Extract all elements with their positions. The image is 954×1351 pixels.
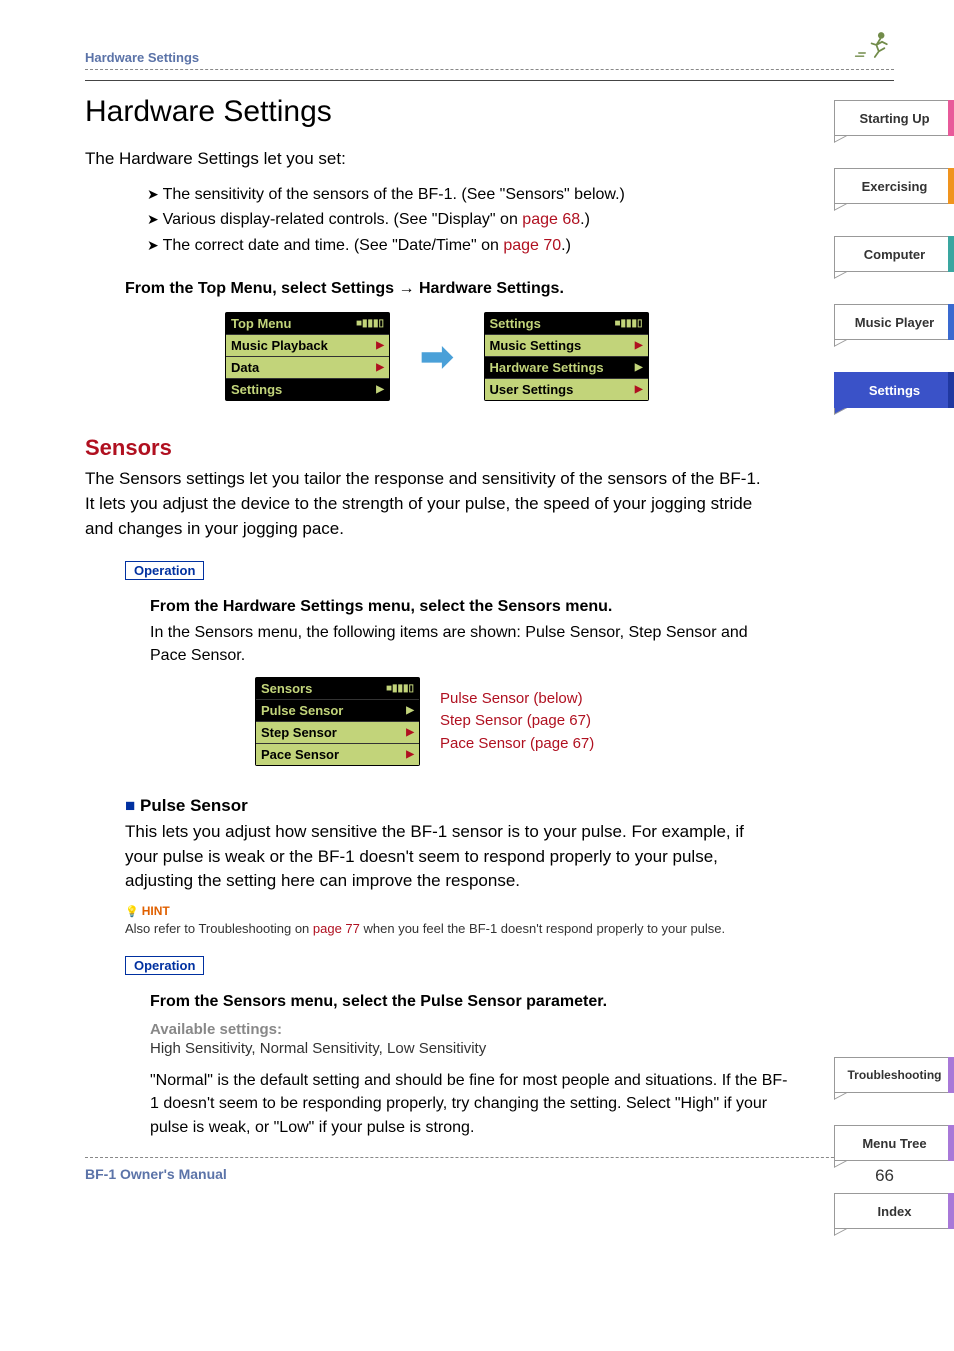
- link-pulse-below[interactable]: Pulse Sensor (below): [440, 688, 594, 711]
- sensors-heading: Sensors: [85, 435, 894, 461]
- pulse-final-text: "Normal" is the default setting and shou…: [150, 1069, 790, 1139]
- footer-manual-title: BF-1 Owner's Manual: [85, 1166, 227, 1186]
- chevron-right-icon: ▶: [635, 362, 643, 373]
- battery-icon: ■▮▮▮▯: [356, 318, 384, 329]
- hint-text: Also refer to Troubleshooting on page 77…: [125, 920, 765, 938]
- chevron-right-icon: ▶: [635, 384, 643, 395]
- bullet-item: The sensitivity of the sensors of the BF…: [147, 182, 894, 208]
- chevron-right-icon: ▶: [406, 705, 414, 716]
- chevron-right-icon: ▶: [376, 384, 384, 395]
- page-title: Hardware Settings: [85, 95, 894, 129]
- tab-settings[interactable]: Settings: [834, 372, 954, 408]
- sensors-subtext: In the Sensors menu, the following items…: [150, 622, 750, 667]
- runner-icon: [854, 30, 894, 65]
- arrow-right-icon: ➡: [420, 334, 454, 380]
- page-link[interactable]: page 77: [313, 921, 360, 936]
- tab-starting-up[interactable]: Starting Up: [834, 100, 954, 136]
- tab-troubleshooting[interactable]: Troubleshooting: [834, 1057, 954, 1093]
- lcd-sensors: Sensors■▮▮▮▯ Pulse Sensor▶ Step Sensor▶ …: [255, 677, 420, 766]
- breadcrumb: Hardware Settings: [85, 50, 199, 65]
- bullet-list: The sensitivity of the sensors of the BF…: [147, 182, 894, 259]
- battery-icon: ■▮▮▮▯: [614, 318, 642, 329]
- intro-text: The Hardware Settings let you set:: [85, 147, 685, 172]
- chevron-right-icon: ▶: [376, 362, 384, 373]
- page-link[interactable]: page 67: [532, 712, 586, 729]
- tab-index[interactable]: Index: [834, 1193, 954, 1229]
- nav-instruction: From the Top Menu, select Settings → Har…: [125, 280, 894, 298]
- pulse-instruction: From the Sensors menu, select the Pulse …: [150, 993, 750, 1011]
- chevron-right-icon: ▶: [406, 749, 414, 760]
- battery-icon: ■▮▮▮▯: [386, 683, 414, 694]
- chevron-right-icon: ▶: [635, 340, 643, 351]
- tab-menu-tree[interactable]: Menu Tree: [834, 1125, 954, 1161]
- chevron-right-icon: ▶: [406, 727, 414, 738]
- pulse-sensor-heading: Pulse Sensor: [125, 796, 894, 816]
- tab-computer[interactable]: Computer: [834, 236, 954, 272]
- sensors-text: The Sensors settings let you tailor the …: [85, 467, 765, 541]
- bullet-item: The correct date and time. (See "Date/Ti…: [147, 233, 894, 259]
- chevron-right-icon: ▶: [376, 340, 384, 351]
- available-settings-heading: Available settings:: [150, 1021, 894, 1038]
- page-link[interactable]: page 67: [535, 735, 589, 752]
- sensors-instruction: From the Hardware Settings menu, select …: [150, 598, 750, 616]
- tab-music-player[interactable]: Music Player: [834, 304, 954, 340]
- operation-label: Operation: [125, 561, 204, 580]
- operation-label: Operation: [125, 956, 204, 975]
- page-link[interactable]: page 68: [522, 211, 580, 228]
- lcd-settings: Settings■▮▮▮▯ Music Settings▶ Hardware S…: [484, 312, 649, 401]
- hint-label: HINT: [125, 904, 894, 918]
- sensor-links: Pulse Sensor (below) Step Sensor (page 6…: [440, 688, 594, 756]
- pulse-sensor-text: This lets you adjust how sensitive the B…: [125, 820, 765, 894]
- bullet-item: Various display-related controls. (See "…: [147, 207, 894, 233]
- tab-exercising[interactable]: Exercising: [834, 168, 954, 204]
- lcd-top-menu: Top Menu■▮▮▮▯ Music Playback▶ Data▶ Sett…: [225, 312, 390, 401]
- page-link[interactable]: page 70: [503, 237, 561, 254]
- available-settings-text: High Sensitivity, Normal Sensitivity, Lo…: [150, 1040, 894, 1057]
